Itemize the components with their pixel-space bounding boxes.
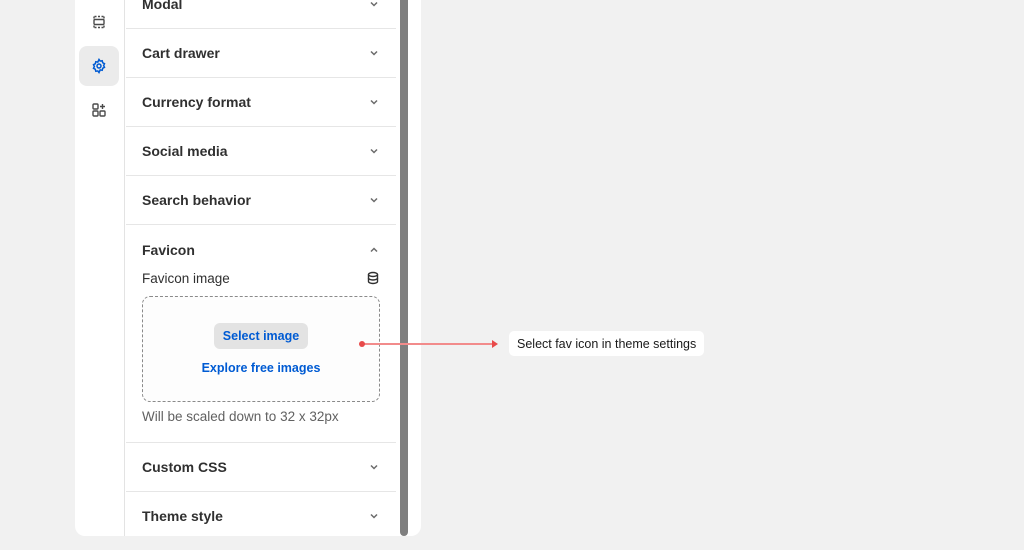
chevron-down-icon <box>370 50 378 56</box>
sections-icon <box>93 15 105 29</box>
rail-button-theme-settings[interactable] <box>79 46 119 86</box>
annotation-anchor-dot <box>359 341 365 347</box>
section-custom-css[interactable]: Custom CSS <box>126 443 396 492</box>
explore-free-images-link[interactable]: Explore free images <box>202 361 321 375</box>
section-search-behavior[interactable]: Search behavior <box>126 176 396 225</box>
favicon-help-text: Will be scaled down to 32 x 32px <box>142 409 339 424</box>
section-title: Theme style <box>142 508 223 524</box>
section-modal[interactable]: Modal <box>126 0 396 29</box>
annotation-arrowhead <box>492 340 498 348</box>
section-title: Social media <box>142 143 228 159</box>
favicon-field-row: Favicon image <box>142 268 380 288</box>
section-title: Cart drawer <box>142 45 220 61</box>
select-image-button[interactable]: Select image <box>213 323 309 349</box>
chevron-down-icon <box>370 464 378 470</box>
section-title: Currency format <box>142 94 251 110</box>
favicon-image-dropzone[interactable]: Select image Explore free images <box>142 296 380 402</box>
dynamic-source-icon[interactable] <box>366 271 380 285</box>
section-title: Custom CSS <box>142 459 227 475</box>
section-social-media[interactable]: Social media <box>126 127 396 176</box>
chevron-down-icon <box>370 197 378 203</box>
chevron-down-icon <box>370 148 378 154</box>
section-favicon: Favicon Favicon image Select image Explo… <box>126 225 396 443</box>
panel-scrollbar[interactable] <box>400 0 408 536</box>
favicon-image-label: Favicon image <box>142 270 230 286</box>
chevron-down-icon <box>370 513 378 519</box>
editor-sidebar-rail <box>75 0 125 536</box>
rail-button-apps[interactable] <box>79 90 119 130</box>
chevron-up-icon <box>370 246 378 252</box>
chevron-down-icon <box>370 1 378 7</box>
section-theme-style[interactable]: Theme style <box>126 492 396 536</box>
theme-editor-frame: Modal Cart drawer Currency format Social… <box>75 0 421 536</box>
annotation-callout: Select fav icon in theme settings <box>509 331 705 356</box>
section-title: Search behavior <box>142 192 251 208</box>
gear-icon <box>92 58 106 74</box>
apps-add-icon <box>92 103 106 117</box>
rail-button-sections[interactable] <box>79 2 119 42</box>
annotation-connector-line <box>362 343 494 345</box>
section-title: Favicon <box>142 241 195 258</box>
section-currency-format[interactable]: Currency format <box>126 78 396 127</box>
section-title: Modal <box>142 0 183 12</box>
chevron-down-icon <box>370 99 378 105</box>
theme-settings-panel: Modal Cart drawer Currency format Social… <box>126 0 396 536</box>
section-cart-drawer[interactable]: Cart drawer <box>126 29 396 78</box>
section-favicon-header[interactable]: Favicon <box>142 225 380 274</box>
